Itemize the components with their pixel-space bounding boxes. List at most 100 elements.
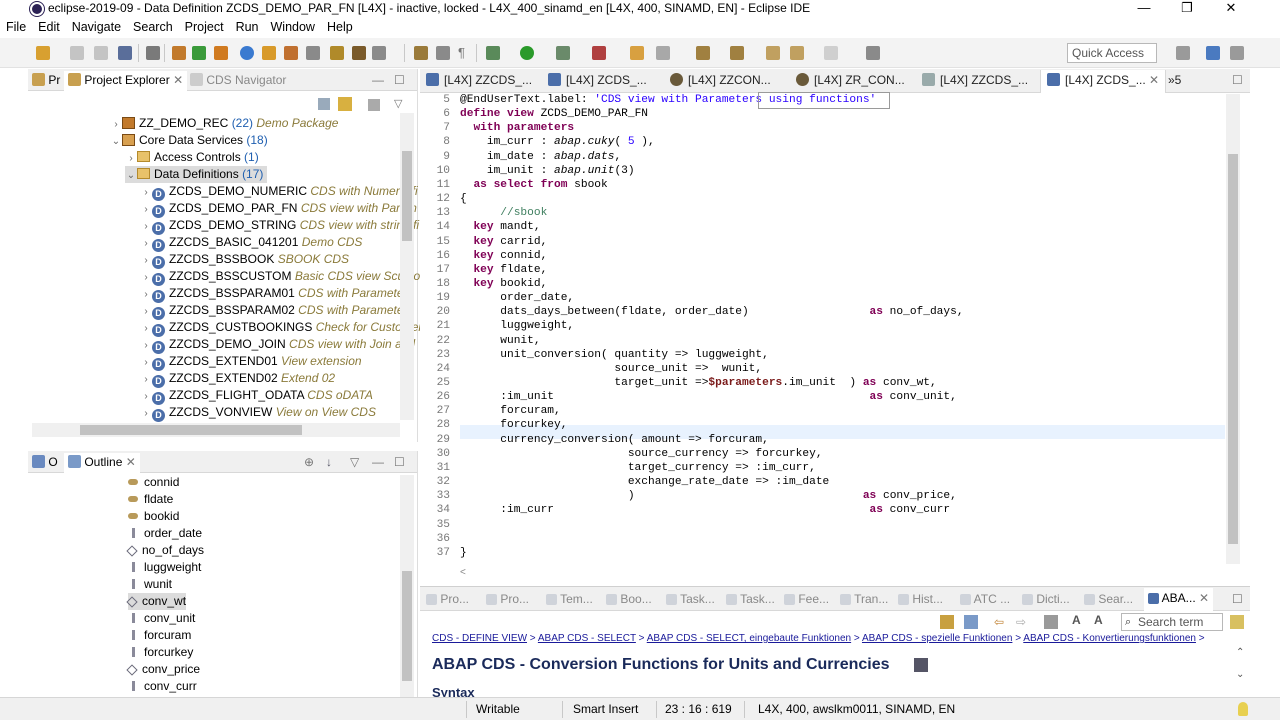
- crumb-define-view[interactable]: CDS - DEFINE VIEW: [432, 633, 527, 644]
- code-line[interactable]: source_unit => wunit,: [460, 363, 762, 375]
- data-definition-item[interactable]: › D ZZCDS_EXTEND01 View extension: [140, 353, 362, 371]
- code-line[interactable]: key bookid,: [460, 278, 547, 290]
- close-icon[interactable]: ✕: [126, 455, 136, 469]
- more-tabs-button[interactable]: »5: [1168, 73, 1181, 87]
- pilcrow-icon[interactable]: ¶: [458, 46, 472, 60]
- save-all-icon[interactable]: [94, 46, 108, 60]
- code-editor[interactable]: 5 @EndUserText.label: 'CDS view with Para…: [420, 92, 1225, 564]
- lock-icon[interactable]: [330, 46, 344, 60]
- pin-icon[interactable]: [866, 46, 880, 60]
- data-definition-item[interactable]: › D ZZCDS_VONVIEW View on View CDS: [140, 404, 376, 422]
- code-line[interactable]: dats_days_between(fldate, order_date) as…: [460, 306, 963, 318]
- outline-item[interactable]: conv_wt: [126, 593, 187, 610]
- user-icon[interactable]: [352, 46, 366, 60]
- code-line[interactable]: {: [460, 193, 467, 205]
- hide-fields-icon[interactable]: ⊕: [304, 455, 314, 469]
- editor-tab-3[interactable]: [L4X] ZZCON...: [670, 73, 771, 87]
- tree-access-controls[interactable]: › Access Controls (1): [125, 149, 258, 166]
- tree-core-data-services[interactable]: ⌄ Core Data Services (18): [110, 132, 268, 149]
- editor-horizontal-scroll-left[interactable]: <: [460, 567, 466, 578]
- maximize-view-icon[interactable]: ☐: [394, 73, 405, 87]
- code-line[interactable]: target_unit =>$parameters.im_unit ) as c…: [460, 377, 936, 389]
- next-annotation-icon[interactable]: [696, 46, 710, 60]
- open-perspective-icon[interactable]: [1176, 46, 1190, 60]
- data-definition-item[interactable]: › D ZZCDS_DEMO_JOIN CDS view with Join and: [140, 336, 415, 354]
- editor-tab-4[interactable]: [L4X] ZR_CON...: [796, 73, 905, 87]
- outline-item[interactable]: wunit: [128, 576, 172, 593]
- mark-icon[interactable]: [436, 46, 450, 60]
- new-icon[interactable]: [36, 46, 50, 60]
- run-icon[interactable]: [520, 46, 534, 60]
- code-line[interactable]: im_curr : abap.cuky( 5 ),: [460, 136, 655, 148]
- bottom-tab[interactable]: Task...: [726, 592, 775, 606]
- transport-icon[interactable]: [262, 46, 276, 60]
- forward-icon[interactable]: [824, 46, 838, 60]
- code-line[interactable]: key connid,: [460, 250, 547, 262]
- open-editor-icon[interactable]: [964, 615, 978, 629]
- data-definition-item[interactable]: › D ZZCDS_BSSCUSTOM Basic CDS view Scuston: [140, 268, 427, 286]
- code-line[interactable]: source_currency => forcurkey,: [460, 448, 823, 460]
- last-edit-icon[interactable]: [766, 46, 780, 60]
- java-perspective-icon[interactable]: [1230, 46, 1244, 60]
- code-line[interactable]: forcurkey,: [460, 419, 567, 431]
- bottom-tab[interactable]: Pro...: [426, 592, 469, 606]
- view-menu-icon[interactable]: ▽: [350, 455, 359, 469]
- editor-tab-1[interactable]: [L4X] ZZCDS_...: [426, 73, 532, 87]
- outline-item[interactable]: fldate: [128, 491, 173, 508]
- explorer-horizontal-scrollbar[interactable]: [32, 423, 400, 437]
- bottom-tab[interactable]: Dicti...: [1022, 592, 1070, 606]
- code-line[interactable]: with parameters: [460, 122, 574, 134]
- save-icon[interactable]: [70, 46, 84, 60]
- tree-package[interactable]: › ZZ_DEMO_REC (22) Demo Package: [110, 115, 338, 132]
- code-line[interactable]: forcuram,: [460, 405, 560, 417]
- code-line[interactable]: as select from sbook: [460, 179, 607, 191]
- code-line[interactable]: order_date,: [460, 292, 574, 304]
- restore-button[interactable]: ❐: [1165, 0, 1209, 18]
- help-search-input[interactable]: Search term: [1121, 613, 1223, 631]
- code-line[interactable]: luggweight,: [460, 320, 574, 332]
- code-line[interactable]: ) as conv_price,: [460, 490, 957, 502]
- bottom-tab[interactable]: ABA... ✕: [1144, 588, 1214, 611]
- crumb-builtin-functions[interactable]: ABAP CDS - SELECT, eingebaute Funktionen: [647, 633, 851, 644]
- code-line[interactable]: unit_conversion( quantity => luggweight,: [460, 349, 769, 361]
- menu-window[interactable]: Window: [265, 18, 321, 34]
- code-line[interactable]: im_date : abap.dats,: [460, 151, 621, 163]
- prev-annotation-icon[interactable]: [730, 46, 744, 60]
- outline-item[interactable]: forcurkey: [128, 644, 193, 661]
- menu-file[interactable]: File: [0, 18, 32, 34]
- check-icon[interactable]: [240, 46, 254, 60]
- menu-help[interactable]: Help: [321, 18, 359, 34]
- close-icon[interactable]: ✕: [1149, 73, 1159, 87]
- run-abap-icon[interactable]: [192, 46, 206, 60]
- code-line[interactable]: //sbook: [460, 207, 547, 219]
- filter-icon[interactable]: [368, 99, 380, 111]
- menu-navigate[interactable]: Navigate: [66, 18, 127, 34]
- menu-search[interactable]: Search: [127, 18, 179, 34]
- sort-icon[interactable]: ↓: [326, 455, 332, 469]
- outline-item[interactable]: no_of_days: [126, 542, 204, 559]
- hierarchy-icon[interactable]: [306, 46, 320, 60]
- editor-vertical-scrollbar[interactable]: [1226, 94, 1240, 564]
- code-line[interactable]: key carrid,: [460, 236, 547, 248]
- menu-run[interactable]: Run: [230, 18, 265, 34]
- bottom-tab[interactable]: Tem...: [546, 592, 593, 606]
- package-icon[interactable]: [284, 46, 298, 60]
- data-definition-item[interactable]: › D ZZCDS_BSSPARAM02 CDS with Parameters: [140, 302, 414, 320]
- data-definition-item[interactable]: › D ZCDS_DEMO_NUMERIC CDS with Numeric fi: [140, 183, 418, 201]
- data-definition-item[interactable]: › D ZZCDS_FLIGHT_ODATA CDS oDATA: [140, 387, 373, 405]
- font-smaller-icon[interactable]: A: [1094, 613, 1103, 627]
- crumb-conversion-functions[interactable]: ABAP CDS - Konvertierungsfunktionen: [1023, 633, 1196, 644]
- print-icon[interactable]: [118, 46, 132, 60]
- editor-tab-5[interactable]: [L4X] ZZCDS_...: [922, 73, 1028, 87]
- bottom-tab[interactable]: Fee...: [784, 592, 829, 606]
- code-line[interactable]: :im_unit as conv_unit,: [460, 391, 957, 403]
- bottom-tab[interactable]: Task...: [666, 592, 715, 606]
- tree-data-definitions[interactable]: ⌄ Data Definitions (17): [125, 166, 268, 183]
- external-tools-icon[interactable]: [592, 46, 606, 60]
- bottom-tab[interactable]: Tran...: [840, 592, 888, 606]
- editor-tab-active[interactable]: [L4X] ZCDS_... ✕: [1040, 70, 1167, 93]
- outline-item[interactable]: order_date: [128, 525, 202, 542]
- maximize-view-icon[interactable]: ☐: [394, 455, 405, 469]
- data-definition-item[interactable]: › D ZZCDS_BASIC_041201 Demo CDS: [140, 234, 362, 252]
- data-definition-item[interactable]: › D ZZCDS_BSSPARAM01 CDS with Parameters: [140, 285, 414, 303]
